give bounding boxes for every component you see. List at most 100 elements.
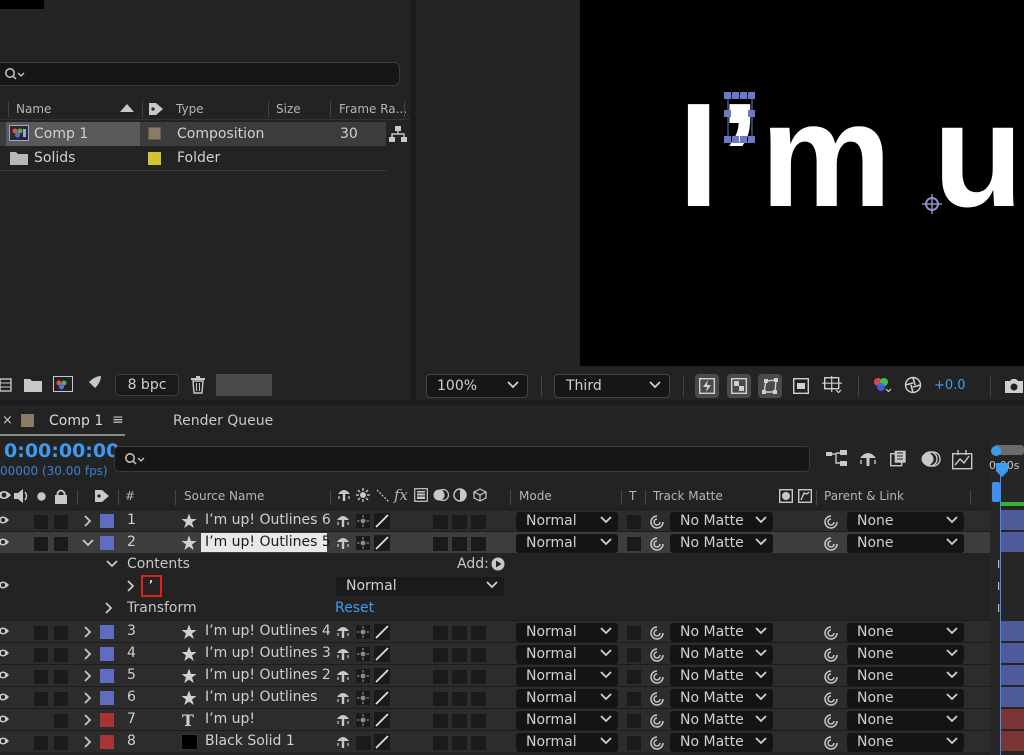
layer-label-color[interactable] <box>100 669 114 683</box>
layer-name[interactable]: I’m up! Outlines 2 <box>205 667 331 683</box>
parent-dropdown[interactable]: None <box>847 534 964 553</box>
reset-link[interactable]: Reset <box>335 600 374 616</box>
work-area-start-handle[interactable] <box>991 446 1001 456</box>
shy-switch-icon[interactable] <box>336 536 350 550</box>
preserve-transparency-checkbox[interactable] <box>627 626 641 640</box>
solo-switch[interactable] <box>34 736 48 750</box>
parent-dropdown[interactable]: None <box>847 689 964 708</box>
blend-mode-dropdown[interactable]: Normal <box>516 667 618 686</box>
frame-blend-switch[interactable] <box>433 537 448 551</box>
blend-mode-dropdown[interactable]: Normal <box>516 534 618 553</box>
layer-name[interactable]: I’m up! Outlines 3 <box>205 645 331 661</box>
shy-switch-icon[interactable] <box>336 647 350 661</box>
video-switch-eye-icon[interactable] <box>0 691 9 703</box>
layer-row[interactable]: 2 I’m up! Outlines 5 Normal No Matte None <box>0 531 990 553</box>
shy-switch-icon[interactable] <box>336 713 350 727</box>
parent-pick-whip-icon[interactable] <box>823 536 839 552</box>
chevron-right-icon[interactable] <box>83 670 93 682</box>
quality-slash-icon[interactable] <box>374 624 390 640</box>
column-source-name[interactable]: Source Name <box>184 489 264 503</box>
region-of-interest-icon[interactable] <box>793 378 809 394</box>
parent-dropdown[interactable]: None <box>847 733 964 752</box>
blend-mode-dropdown[interactable]: Normal <box>516 733 618 752</box>
blend-mode-dropdown[interactable]: Normal <box>516 645 618 664</box>
frame-blend-switch[interactable] <box>433 692 448 706</box>
track-matte-dropdown[interactable]: No Matte <box>670 512 773 531</box>
lock-switch[interactable] <box>54 537 68 551</box>
label-tag-icon[interactable] <box>148 102 164 116</box>
composition-flowchart-icon[interactable] <box>826 450 848 468</box>
preserve-transparency-checkbox[interactable] <box>627 670 641 684</box>
3d-layer-switch[interactable] <box>471 626 486 640</box>
blend-mode-dropdown[interactable]: Normal <box>516 689 618 708</box>
layer-name[interactable]: I’m up! Outlines 5 <box>205 534 331 550</box>
render-icon[interactable] <box>84 375 102 393</box>
3d-layer-switch[interactable] <box>471 648 486 662</box>
blend-mode-dropdown[interactable]: Normal <box>516 711 618 730</box>
shy-switch-icon[interactable] <box>336 735 350 749</box>
sort-ascending-icon[interactable] <box>120 104 134 113</box>
blend-mode-dropdown[interactable]: Normal <box>516 623 618 642</box>
color-depth-button[interactable]: 8 bpc <box>115 374 179 396</box>
blend-mode-dropdown[interactable]: Normal <box>516 512 618 531</box>
track-matte-dropdown[interactable]: No Matte <box>670 534 773 553</box>
frame-blend-switch[interactable] <box>433 626 448 640</box>
quality-slash-icon[interactable] <box>374 690 390 706</box>
video-switch-eye-icon[interactable] <box>0 514 9 526</box>
3d-layer-switch[interactable] <box>471 515 486 529</box>
track-matte-pick-whip-icon[interactable] <box>649 625 665 641</box>
chevron-right-icon[interactable] <box>83 736 93 748</box>
composition-canvas[interactable]: I’m u <box>580 0 1024 366</box>
video-switch-eye-icon[interactable] <box>0 625 9 637</box>
track-matte-pick-whip-icon[interactable] <box>649 669 665 685</box>
parent-dropdown[interactable]: None <box>847 512 964 531</box>
preserve-transparency-checkbox[interactable] <box>627 736 641 750</box>
track-matte-pick-whip-icon[interactable] <box>649 536 665 552</box>
chevron-right-icon[interactable] <box>83 515 93 527</box>
quality-slash-icon[interactable] <box>374 513 390 529</box>
3d-layer-switch[interactable] <box>471 692 486 706</box>
track-matte-pick-whip-icon[interactable] <box>649 514 665 530</box>
track-matte-pick-whip-icon[interactable] <box>649 647 665 663</box>
collapse-transformations-icon[interactable] <box>356 669 370 683</box>
collapse-transformations-icon[interactable] <box>356 536 370 550</box>
column-mode[interactable]: Mode <box>519 489 552 503</box>
shy-switch-icon[interactable] <box>336 691 350 705</box>
layer-name[interactable]: I’m up! Outlines 4 <box>205 623 331 639</box>
motion-blur-switch[interactable] <box>452 714 467 728</box>
project-color-swatch[interactable] <box>216 374 272 396</box>
collapse-transformations-icon[interactable] <box>356 713 370 727</box>
chevron-right-icon[interactable] <box>83 648 93 660</box>
tab-comp-1[interactable]: Comp 1 <box>49 413 103 429</box>
quality-slash-icon[interactable] <box>374 535 390 551</box>
quality-slash-icon[interactable] <box>374 734 390 750</box>
layer-row[interactable]: 5 I’m up! Outlines 2 Normal No Matte None <box>0 664 990 686</box>
3d-layer-switch[interactable] <box>471 714 486 728</box>
layer-row[interactable]: 3 I’m up! Outlines 4 Normal No Matte None <box>0 620 990 642</box>
add-property-icon[interactable] <box>491 557 505 571</box>
chevron-right-icon[interactable] <box>83 692 93 704</box>
snapshot-camera-icon[interactable] <box>1004 378 1024 394</box>
chevron-right-icon[interactable] <box>126 580 136 592</box>
color-management-icon[interactable] <box>904 376 922 394</box>
transparency-grid-button[interactable] <box>727 374 751 398</box>
chevron-down-icon[interactable] <box>82 538 94 548</box>
motion-blur-switch[interactable] <box>452 736 467 750</box>
motion-blur-switch[interactable] <box>452 670 467 684</box>
transform-group-row[interactable]: Transform Reset <box>0 597 990 619</box>
timeline-search-input[interactable] <box>114 446 810 472</box>
parent-pick-whip-icon[interactable] <box>823 691 839 707</box>
track-matte-dropdown[interactable]: No Matte <box>670 689 773 708</box>
track-matte-dropdown[interactable]: No Matte <box>670 711 773 730</box>
playhead-handle[interactable] <box>996 463 1008 477</box>
layer-label-color[interactable] <box>100 514 114 528</box>
flowchart-icon[interactable] <box>389 126 407 142</box>
new-folder-icon[interactable] <box>24 378 42 392</box>
channels-icon[interactable] <box>872 376 892 394</box>
label-color-swatch[interactable] <box>148 152 161 165</box>
quality-slash-icon[interactable] <box>374 712 390 728</box>
motion-blur-switch[interactable] <box>452 626 467 640</box>
layer-row[interactable]: 7 T I’m up! Normal No Matte None <box>0 708 990 730</box>
collapse-transformations-icon[interactable] <box>356 514 370 528</box>
layer-row[interactable]: 8 Black Solid 1 Normal No Matte None <box>0 730 990 752</box>
